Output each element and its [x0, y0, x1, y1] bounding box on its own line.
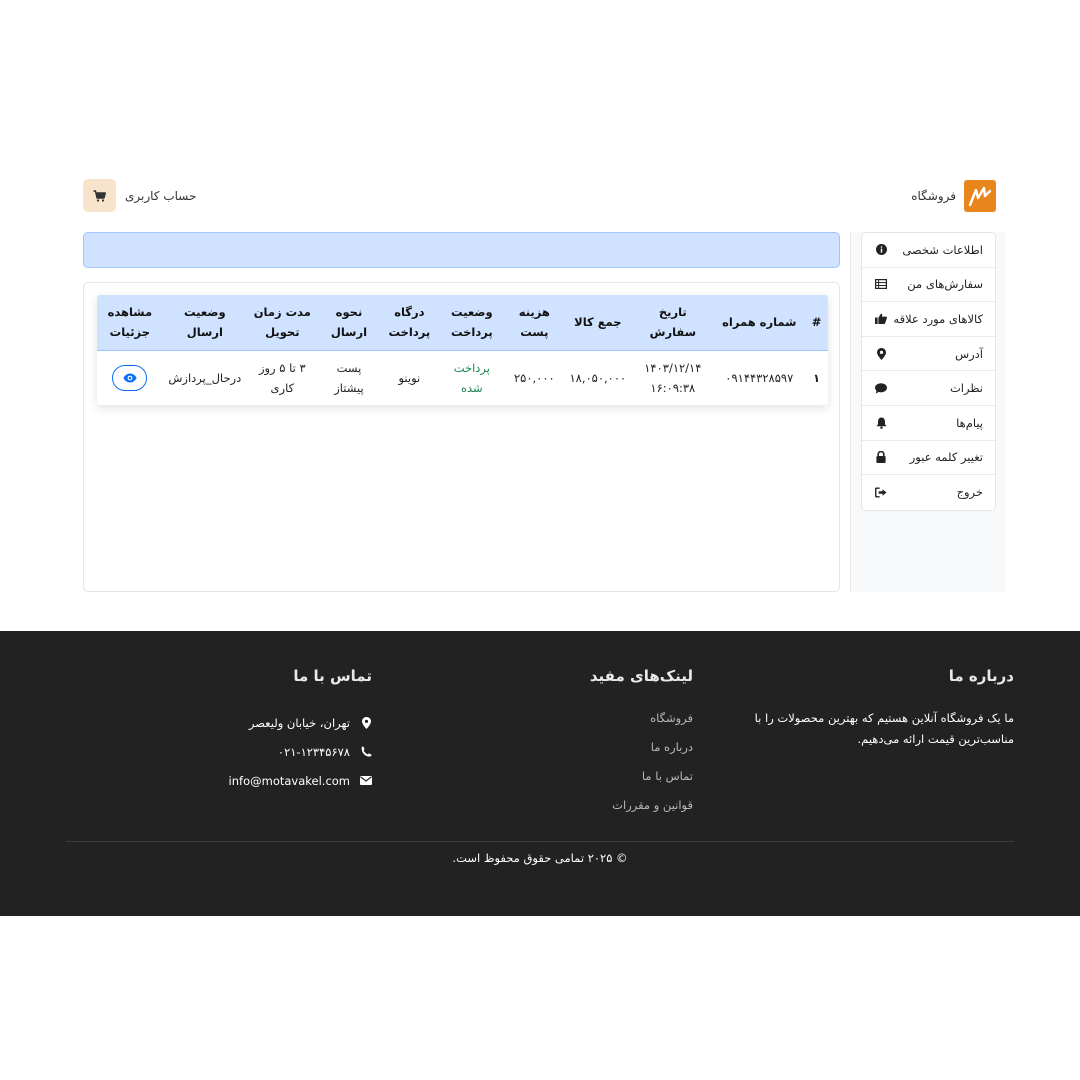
sidebar-item-label: خروج [956, 485, 983, 500]
thumbs-up-icon [875, 313, 887, 325]
view-details-button[interactable] [112, 364, 148, 391]
sidebar-item-label: پیام‌ها [956, 415, 983, 430]
cell-details [97, 350, 163, 405]
account-area: حساب کاربری [83, 179, 196, 212]
sidebar-item-label: آدرس [955, 346, 983, 361]
brand[interactable]: فروشگاه [911, 179, 996, 212]
info-alert [83, 232, 840, 268]
eye-icon [123, 373, 137, 383]
brand-name[interactable]: فروشگاه [911, 189, 956, 203]
sidebar-item-personal-info[interactable]: اطلاعات شخصی [862, 233, 995, 268]
sidebar-item-my-orders[interactable]: سفارش‌های من [862, 268, 995, 303]
sidebar-item-logout[interactable]: خروج [862, 475, 995, 510]
sidebar-item-label: سفارش‌های من [907, 277, 983, 292]
sidebar-item-messages[interactable]: پیام‌ها [862, 406, 995, 441]
orders-table-wrapper: # شماره همراه تاریخ سفارش جمع کالا هزینه… [97, 295, 828, 405]
brand-logo-icon[interactable] [964, 179, 996, 212]
lock-icon [875, 451, 887, 464]
column-header-payment-status: وضعیت پرداخت [438, 295, 506, 351]
site-header: فروشگاه حساب کاربری [83, 179, 996, 212]
cell-phone: ۰۹۱۴۴۳۲۸۵۹۷ [725, 370, 794, 385]
list-icon [875, 278, 887, 290]
sidebar-item-address[interactable]: آدرس [862, 337, 995, 372]
sidebar-item-change-password[interactable]: تغییر کلمه عبور [862, 441, 995, 476]
column-header-order-date: تاریخ سفارش [632, 295, 714, 351]
column-header-details: مشاهده جزئیات [97, 295, 163, 351]
account-link[interactable]: حساب کاربری [125, 189, 196, 203]
footer-copyright: © ۲۰۲۵ تمامی حقوق محفوظ است. [452, 851, 628, 865]
footer-contact-title: تماس با ما [293, 667, 372, 685]
cell-payment-status: پرداخت شده [453, 360, 490, 395]
map-pin-icon [875, 347, 887, 360]
envelope-icon [360, 775, 372, 787]
orders-table: # شماره همراه تاریخ سفارش جمع کالا هزینه… [97, 295, 828, 405]
contact-phone: ۰۲۱-۱۲۳۴۵۶۷۸ [277, 744, 350, 759]
footer-divider [66, 841, 1014, 842]
footer-about-title: درباره ما [948, 667, 1014, 685]
column-header-phone: شماره همراه [713, 295, 806, 351]
cell-index: ۱ [813, 370, 821, 385]
cell-delivery-time: ۳ تا ۵ روز کاری [258, 360, 306, 395]
footer-link-contact[interactable]: تماس با ما [612, 766, 693, 795]
contact-address: تهران، خیابان ولیعصر [248, 715, 350, 730]
footer-links-title: لینک‌های مفید [589, 667, 693, 685]
account-sidebar: اطلاعات شخصی سفارش‌های من کالاهای مورد ع… [861, 232, 996, 511]
orders-card: # شماره همراه تاریخ سفارش جمع کالا هزینه… [83, 282, 840, 592]
contact-address-row: تهران، خیابان ولیعصر [229, 708, 372, 737]
sidebar-item-comments[interactable]: نظرات [862, 371, 995, 406]
sidebar-item-label: اطلاعات شخصی [902, 242, 983, 257]
info-icon [875, 244, 887, 256]
table-row: ۱ ۰۹۱۴۴۳۲۸۵۹۷ ۱۴۰۳/۱۲/۱۴ ۱۶:۰۹:۳۸ ۱۸,۰۵۰,… [97, 350, 828, 405]
sidebar-item-label: کالاهای مورد علاقه [893, 311, 983, 326]
column-header-index: # [805, 295, 828, 351]
column-header-goods-total: جمع کالا [563, 295, 633, 351]
cart-button[interactable] [83, 179, 116, 212]
phone-icon [360, 746, 372, 758]
column-header-gateway: درگاه پرداخت [380, 295, 439, 351]
table-header-row: # شماره همراه تاریخ سفارش جمع کالا هزینه… [97, 295, 828, 351]
map-pin-icon [360, 716, 372, 729]
contact-email[interactable]: info@motavakel.com [229, 771, 350, 791]
column-header-delivery-time: مدت زمان تحویل [246, 295, 318, 351]
cell-order-date: ۱۴۰۳/۱۲/۱۴ ۱۶:۰۹:۳۸ [644, 360, 702, 395]
footer-links: فروشگاه درباره ما تماس با ما قوانین و مق… [612, 708, 693, 824]
footer-link-about[interactable]: درباره ما [612, 737, 693, 766]
sidebar-item-label: نظرات [949, 381, 983, 396]
site-footer: درباره ما ما یک فروشگاه آنلاین هستیم که … [0, 631, 1080, 916]
footer-about-text: ما یک فروشگاه آنلاین هستیم که بهترین محص… [754, 711, 1014, 746]
footer-link-terms[interactable]: قوانین و مقررات [612, 795, 693, 824]
cell-shipping-status: درحال_پردازش [168, 370, 242, 385]
cell-gateway: نوینو [398, 370, 421, 385]
column-header-shipping-status: وضعیت ارسال [162, 295, 247, 351]
sidebar-item-label: تغییر کلمه عبور [909, 450, 983, 465]
sign-out-icon [875, 486, 887, 498]
contact-email-row: info@motavakel.com [229, 766, 372, 795]
cart-icon [93, 189, 106, 202]
bell-icon [875, 417, 887, 429]
contact-phone-row: ۰۲۱-۱۲۳۴۵۶۷۸ [229, 737, 372, 766]
comment-icon [875, 382, 887, 394]
sidebar-item-favorites[interactable]: کالاهای مورد علاقه [862, 302, 995, 337]
cell-shipping-cost: ۲۵۰,۰۰۰ [513, 370, 555, 385]
footer-contact: تهران، خیابان ولیعصر ۰۲۱-۱۲۳۴۵۶۷۸ info@m… [229, 708, 372, 795]
column-header-shipping-method: نحوه ارسال [317, 295, 381, 351]
cell-shipping-method: پست پیشتاز [334, 360, 364, 395]
cell-goods-total: ۱۸,۰۵۰,۰۰۰ [569, 370, 627, 385]
footer-link-shop[interactable]: فروشگاه [612, 708, 693, 737]
column-header-shipping-cost: هزینه پست [505, 295, 564, 351]
